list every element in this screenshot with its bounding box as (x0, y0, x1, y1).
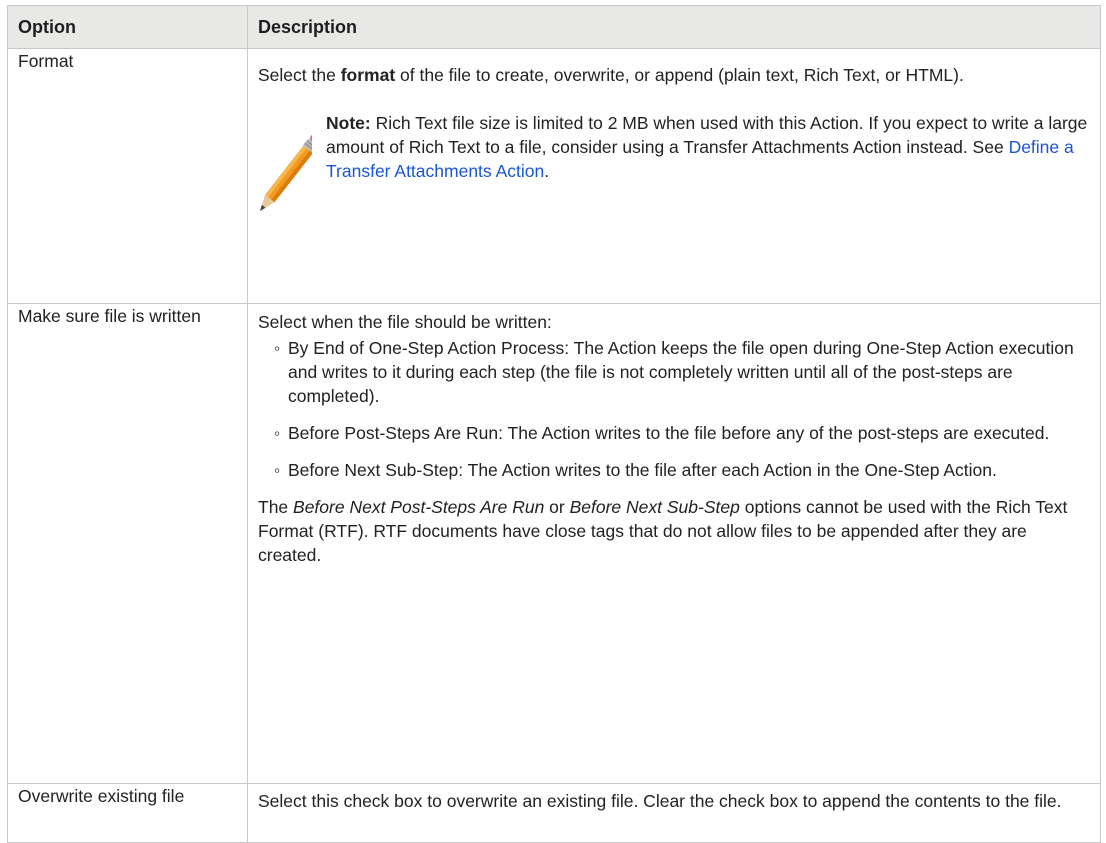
table-row: Make sure file is written Select when th… (7, 303, 1101, 784)
table-header-row: Option Description (7, 5, 1101, 49)
written-options-list: By End of One-Step Action Process: The A… (258, 336, 1090, 482)
closing-mid: or (544, 497, 570, 517)
option-overwrite-existing-file: Overwrite existing file (7, 783, 248, 843)
list-item: Before Next Sub-Step: The Action writes … (274, 458, 1090, 482)
header-description: Description (247, 5, 1101, 49)
note-label: Note: (326, 113, 371, 133)
note-end: . (544, 161, 550, 181)
list-item: Before Post-Steps Are Run: The Action wr… (274, 421, 1090, 445)
note-box: Note: Rich Text file size is limited to … (258, 111, 1090, 213)
closing-pre: The (258, 497, 294, 517)
note-body: Rich Text file size is limited to 2 MB w… (326, 113, 1088, 157)
options-table: Option Description Format Select the for… (7, 5, 1101, 843)
header-option: Option (7, 5, 248, 49)
overwrite-description: Select this check box to overwrite an ex… (258, 791, 1062, 811)
format-desc-pre: Select the (258, 65, 341, 85)
table-row: Overwrite existing file Select this chec… (7, 783, 1101, 843)
format-description: Select the format of the file to create,… (258, 63, 1090, 87)
description-format: Select the format of the file to create,… (247, 48, 1101, 304)
written-closing: The Before Next Post-Steps Are Run or Be… (258, 495, 1090, 567)
closing-em1: Before Next Post-Steps Are Run (293, 497, 545, 517)
list-item: By End of One-Step Action Process: The A… (274, 336, 1090, 408)
table-row: Format Select the format of the file to … (7, 48, 1101, 304)
format-desc-bold: format (340, 65, 396, 85)
note-text: Note: Rich Text file size is limited to … (326, 111, 1090, 183)
description-make-sure-file-written: Select when the file should be written: … (247, 303, 1101, 784)
option-make-sure-file-written: Make sure file is written (7, 303, 248, 784)
pencil-icon (260, 132, 312, 211)
format-desc-post: of the file to create, overwrite, or app… (395, 65, 964, 85)
option-format: Format (7, 48, 248, 304)
written-intro: Select when the file should be written: (258, 312, 552, 332)
closing-em2: Before Next Sub-Step (569, 497, 740, 517)
description-overwrite-existing-file: Select this check box to overwrite an ex… (247, 783, 1101, 843)
